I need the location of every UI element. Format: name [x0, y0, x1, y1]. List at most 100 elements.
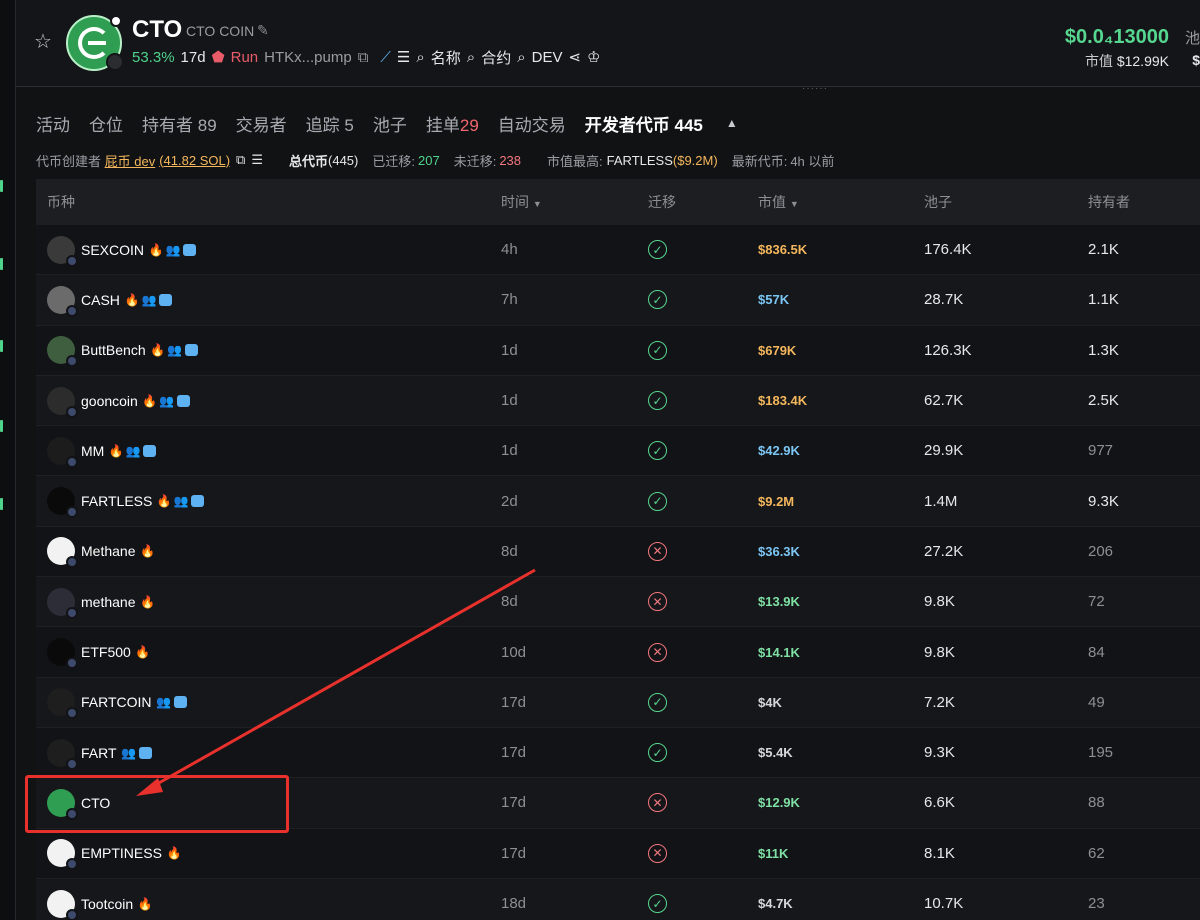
table-row[interactable]: ETF500 🔥 10d ✕ $14.1K 9.8K 84 [36, 627, 1200, 678]
run-icon: ⬟ [211, 49, 225, 66]
tab-activity[interactable]: 活动 [36, 111, 70, 136]
table-row[interactable]: CASH 🔥 👥 7h ✓ $57K 28.7K 1.1K [36, 275, 1200, 326]
mcap-cell: $14.1K [758, 644, 800, 660]
x-circle-icon: ✕ [648, 793, 667, 813]
latest-token-value: 4h 以前 [790, 153, 835, 169]
tab-holders[interactable]: 持有者 89 [142, 111, 217, 136]
token-name[interactable]: ButtBench [81, 342, 146, 358]
table-row[interactable]: Tootcoin 🔥 18d ✓ $4.7K 10.7K 23 [36, 878, 1200, 920]
token-name[interactable]: MM [81, 443, 104, 459]
search-dev-link[interactable]: DEV [532, 49, 563, 66]
creator-name-link[interactable]: 屁币 dev [105, 151, 156, 170]
col-time[interactable]: 时间 ▼ [501, 192, 648, 212]
x-circle-icon: ✕ [648, 642, 667, 662]
favorite-star-icon[interactable]: ☆ [34, 31, 56, 53]
table-row[interactable]: ButtBench 🔥 👥 1d ✓ $679K 126.3K 1.3K [36, 325, 1200, 376]
tab-traders[interactable]: 交易者 [236, 111, 287, 136]
pool-cell: 1.4M [924, 492, 958, 510]
col-mcap[interactable]: 市值 ▼ [758, 192, 924, 212]
tab-positions[interactable]: 仓位 [89, 111, 123, 136]
mcap-cell: $836.5K [758, 242, 808, 258]
resize-grip[interactable]: ······ [802, 83, 828, 94]
people-icon: 👥 [156, 695, 172, 710]
edit-icon[interactable]: ✎ [257, 22, 269, 39]
token-name[interactable]: ETF500 [81, 644, 131, 660]
chain-badge-icon [66, 254, 78, 267]
pool-cell: 176.4K [924, 241, 972, 259]
top-mcap-name: FARTLESS [606, 152, 673, 168]
token-name[interactable]: methane [81, 594, 135, 610]
search-contract-link[interactable]: 合约 [481, 47, 511, 68]
sidebar-marker [0, 340, 3, 352]
search-name-link[interactable]: 名称 [431, 47, 461, 68]
table-row[interactable]: Methane 🔥 8d ✕ $36.3K 27.2K 206 [36, 526, 1200, 578]
coin-cell: MM 🔥 👥 [36, 436, 501, 468]
token-name[interactable]: Methane [81, 543, 135, 559]
fire-icon: 🔥 [156, 494, 172, 509]
token-name[interactable]: FART [81, 745, 117, 761]
chain-badge-icon [66, 657, 78, 670]
token-name[interactable]: FARTCOIN [81, 694, 152, 710]
holders-cell: 195 [1088, 744, 1114, 762]
holders-cell: 84 [1088, 643, 1105, 661]
table-row[interactable]: MM 🔥 👥 1d ✓ $42.9K 29.9K 977 [36, 426, 1200, 477]
chain-badge-icon [66, 556, 78, 569]
share-icon[interactable]: ⋖ [568, 48, 581, 66]
table-row[interactable]: methane 🔥 8d ✕ $13.9K 9.8K 72 [36, 577, 1200, 628]
mcap-cell: $4.7K [758, 896, 793, 911]
holders-cell: 9.3K [1088, 492, 1119, 510]
token-name[interactable]: FARTLESS [81, 493, 152, 509]
token-name[interactable]: gooncoin [81, 393, 138, 409]
search-icon: ⌕ [416, 48, 425, 66]
migrated-cell: ✕ [648, 843, 758, 863]
token-name[interactable]: SEXCOIN [81, 242, 144, 258]
table-row[interactable]: SEXCOIN 🔥 👥 4h ✓ $836.5K 176.4K 2.1K [36, 225, 1200, 276]
time-cell: 17d [501, 844, 527, 862]
creator-sol[interactable]: (41.82 SOL) [159, 153, 230, 168]
fire-icon: 🔥 [140, 594, 155, 609]
tab-auto-trade[interactable]: 自动交易 [498, 111, 566, 136]
menu-circle-icon[interactable]: ☰ [251, 152, 263, 168]
table-row[interactable]: FART 👥 17d ✓ $5.4K 9.3K 195 [36, 727, 1200, 779]
menu-circle-icon[interactable]: ☰ [397, 48, 410, 66]
tab-dev-tokens[interactable]: 开发者代币 445 [585, 111, 703, 136]
coin-cell: FARTCOIN 👥 [36, 688, 501, 720]
migrated-value: 207 [418, 152, 440, 168]
time-cell: 4h [501, 241, 518, 259]
chat-icon [176, 394, 190, 407]
link-icon [106, 53, 124, 71]
time-cell: 10d [501, 643, 527, 661]
info-icon [110, 15, 122, 27]
pump-icon[interactable]: ⟋ [380, 49, 391, 66]
collapse-caret-icon[interactable]: ▲ [726, 116, 738, 130]
col-coin: 币种 [47, 194, 75, 210]
people-icon: 👥 [165, 242, 181, 257]
token-name[interactable]: EMPTINESS [81, 845, 162, 861]
migrated-cell: ✓ [648, 894, 758, 913]
tab-bar: 活动 仓位 持有者 89 交易者 追踪 5 池子 挂单29 自动交易 开发者代币… [36, 108, 738, 138]
x-circle-icon: ✕ [648, 843, 667, 863]
copy-icon[interactable]: ⧉ [358, 49, 369, 66]
pool-cell: 29.9K [924, 442, 964, 460]
holders-cell: 2.1K [1088, 241, 1119, 259]
token-name[interactable]: Tootcoin [81, 896, 133, 912]
copy-icon[interactable]: ⧉ [236, 152, 245, 168]
people-icon: 👥 [159, 393, 175, 408]
tab-tracking[interactable]: 追踪 5 [306, 111, 354, 136]
table-row[interactable]: FARTLESS 🔥 👥 2d ✓ $9.2M 1.4M 9.3K [36, 476, 1200, 527]
token-avatar [47, 537, 78, 569]
migrated-cell: ✓ [648, 491, 758, 511]
crown-icon[interactable]: ♔ [587, 48, 600, 66]
chat-icon [191, 495, 205, 508]
left-sidebar-strip [0, 0, 16, 920]
tab-pools[interactable]: 池子 [373, 111, 407, 136]
token-name[interactable]: CASH [81, 292, 120, 308]
table-row[interactable]: FARTCOIN 👥 17d ✓ $4K 7.2K 49 [36, 677, 1200, 728]
tab-orders[interactable]: 挂单29 [426, 111, 479, 136]
token-avatar [47, 336, 78, 368]
table-row[interactable]: gooncoin 🔥 👥 1d ✓ $183.4K 62.7K 2.5K [36, 375, 1200, 427]
table-row[interactable]: EMPTINESS 🔥 17d ✕ $11K 8.1K 62 [36, 828, 1200, 879]
mcap-cell: $679K [758, 342, 797, 358]
migrated-cell: ✓ [648, 692, 758, 712]
time-cell: 18d [501, 895, 527, 912]
